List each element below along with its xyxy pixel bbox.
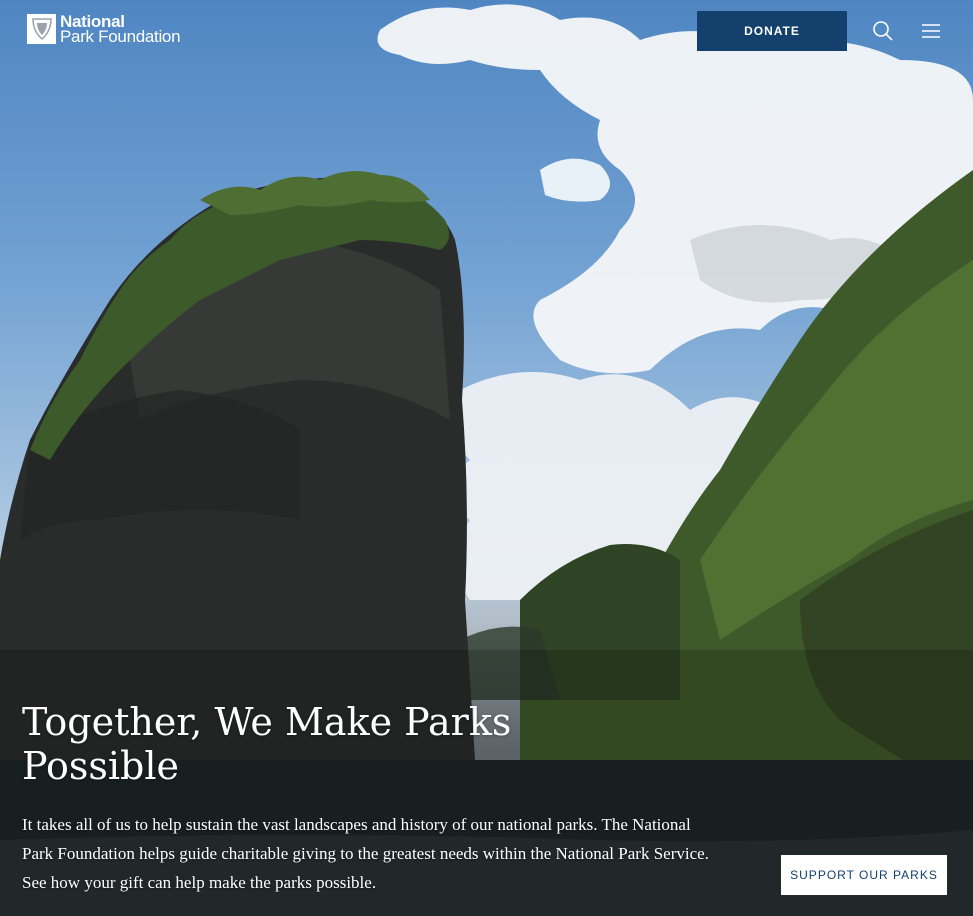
hero-headline: Together, We Make Parks Possible	[22, 700, 512, 788]
hamburger-menu-icon	[922, 24, 940, 38]
arrowhead-icon	[27, 14, 56, 44]
site-logo[interactable]: National Park Foundation	[27, 13, 181, 46]
hero-description: It takes all of us to help sustain the v…	[22, 815, 709, 892]
logo-wordmark: National Park Foundation	[60, 13, 181, 46]
search-button[interactable]	[870, 18, 896, 44]
search-icon	[873, 21, 893, 41]
menu-button[interactable]	[918, 18, 944, 44]
logo-line-2: Park Foundation	[60, 27, 181, 46]
donate-button[interactable]: DONATE	[697, 11, 847, 51]
support-our-parks-button[interactable]: SUPPORT OUR PARKS	[781, 855, 947, 895]
hero-banner: National Park Foundation DONATE Together…	[0, 0, 973, 916]
